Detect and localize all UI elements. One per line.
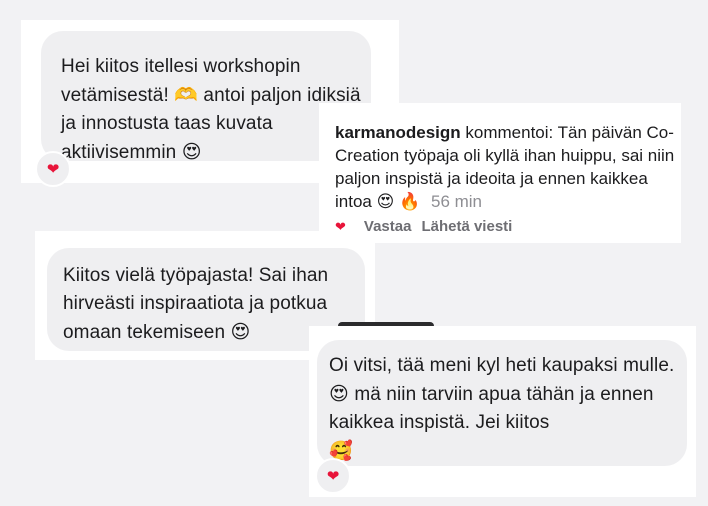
heart-eyes-emoji-icon: 😍 [230, 321, 251, 343]
message-text-part: mä niin tarviin apua tähän ja ennen kaik… [329, 384, 654, 433]
heart-eyes-emoji-icon: 😍 [329, 383, 349, 405]
heart-reaction-icon[interactable]: ❤ [35, 151, 71, 187]
heart-eyes-emoji-icon: 😍 [181, 141, 202, 163]
message-text-part: Oi vitsi, tää meni kyl heti kaupaksi mul… [329, 355, 675, 376]
comment-username[interactable]: karmanodesign [335, 123, 461, 142]
send-message-button[interactable]: Lähetä viesti [421, 215, 512, 238]
message-text-part: Kiitos vielä työpajasta! Sai ihan hirveä… [63, 265, 329, 343]
message-text: Oi vitsi, tää meni kyl heti kaupaksi mul… [329, 352, 679, 466]
heart-eyes-emoji-icon: 😍 [376, 192, 395, 212]
message-bubble[interactable]: Oi vitsi, tää meni kyl heti kaupaksi mul… [317, 340, 687, 466]
heart-reaction-icon[interactable]: ❤ [315, 458, 351, 494]
comment-text: karmanodesign kommentoi: Tän päivän Co-C… [335, 121, 675, 214]
message-card-3: Oi vitsi, tää meni kyl heti kaupaksi mul… [309, 326, 696, 497]
heart-hands-emoji-icon: 🫶 [174, 84, 199, 106]
comment-timestamp: 56 min [430, 192, 483, 211]
comment-card: karmanodesign kommentoi: Tän päivän Co-C… [319, 103, 681, 243]
fire-emoji-icon: 🔥 [399, 192, 421, 212]
